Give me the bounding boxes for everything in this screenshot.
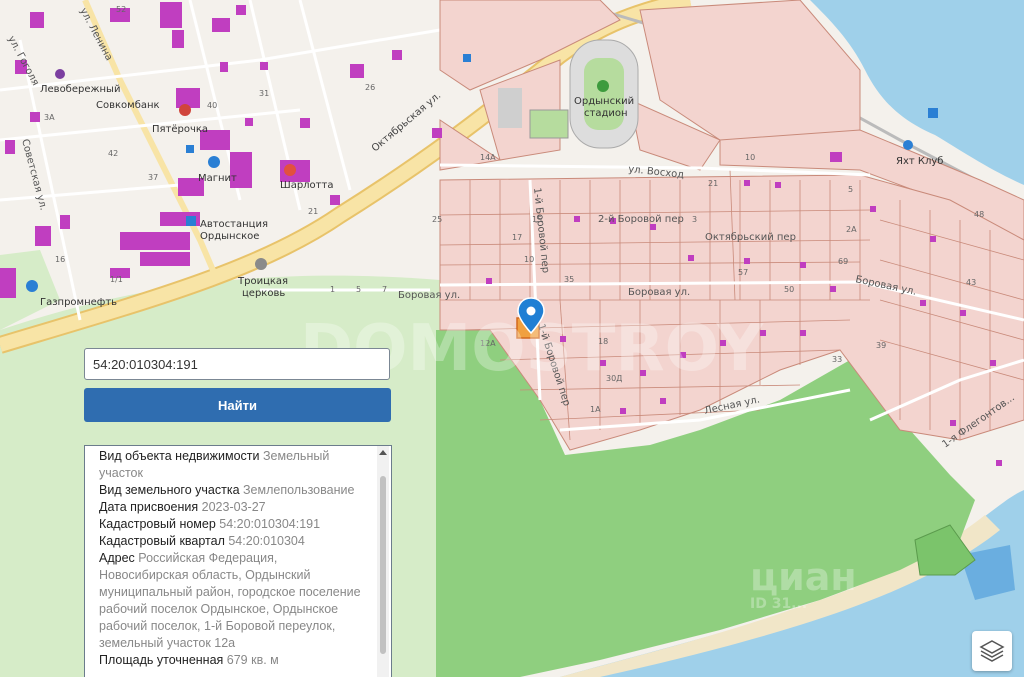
layers-button[interactable] [972,631,1012,671]
street-borovaya-2: Боровая ул. [628,287,690,298]
parcel-info-panel[interactable]: Вид объекта недвижимости Земельный участ… [84,445,392,677]
info-key: Кадастровый квартал [99,534,225,548]
info-row-cadastral-number: Кадастровый номер 54:20:010304:191 [99,516,361,533]
anchor-icon [928,108,938,118]
cian-watermark: циан [750,555,857,599]
info-key: Адрес [99,551,135,565]
house-number: 31 [259,89,269,98]
poi-magnit: Магнит [198,173,237,184]
fuel-icon [26,280,38,292]
parcel-info-content: Вид объекта недвижимости Земельный участ… [99,448,361,669]
stadium-icon [597,80,609,92]
house-number: 40 [207,101,217,110]
info-value: 679 кв. м [226,653,279,667]
house-number: 1/1 [110,275,123,284]
poi-sovkombank: Совкомбанк [96,100,160,111]
cadastral-search-input[interactable] [84,348,390,380]
poi-tserkov: церковь [242,288,285,299]
info-row-address: Адрес Российская Федерация, Новосибирска… [99,550,361,652]
info-value: 2023-03-27 [201,500,266,514]
church-icon [255,258,267,270]
house-number: 26 [365,83,375,92]
info-value: 54:20:010304:191 [219,517,321,531]
house-number: 42 [108,149,118,158]
atm-icon [186,145,194,153]
poi-pyaterochka: Пятёрочка [152,124,208,135]
poi-stadion-1: Ордынский [574,96,634,107]
info-key: Вид объекта недвижимости [99,449,260,463]
info-value: Землепользование [243,483,355,497]
house-number: 43 [966,278,976,287]
poi-sharlotta: Шарлотта [280,180,333,191]
cian-id-watermark: ID 31... [750,596,807,612]
house-number: 48 [974,210,984,219]
house-number: 21 [708,179,718,188]
street-bor2: 2-й Боровой пер [598,214,684,225]
house-number: 50 [784,285,794,294]
house-number: 16 [55,255,65,264]
house-number: 52 [116,5,126,14]
info-row-parcel-type: Вид земельного участка Землепользование [99,482,361,499]
info-row-date: Дата присвоения 2023-03-27 [99,499,361,516]
poi-stadion-2: стадион [584,108,628,119]
info-row-quarter: Кадастровый квартал 54:20:010304 [99,533,361,550]
poi-levoberezhny: Левобережный [40,84,120,95]
bus-stop-icon [463,54,471,62]
street-borovaya-1: Боровая ул. [398,290,460,301]
house-number: 5 [848,185,853,194]
house-number: 10 [524,255,534,264]
levoberezhny-icon [55,69,65,79]
info-key: Кадастровый номер [99,517,216,531]
house-number: 7 [382,285,387,294]
house-number: 1А [590,405,601,414]
poi-troitskaya: Троицкая [237,276,288,287]
info-key: Вид земельного участка [99,483,240,497]
poi-yacht: Яхт Клуб [896,156,943,167]
house-number: 3А [44,113,55,122]
house-number: 3 [692,215,697,224]
poi-avtostantsiya: Автостанция [200,219,268,230]
info-key: Площадь уточненная [99,653,224,667]
poi-ordynskoe: Ордынское [200,231,259,242]
scroll-thumb[interactable] [380,476,386,654]
info-key: Дата присвоения [99,500,199,514]
house-number: 33 [832,355,842,364]
house-number: 2А [846,225,857,234]
house-number: 14А [480,153,496,162]
scroll-up-icon[interactable] [379,450,387,455]
house-number: 25 [432,215,442,224]
find-button[interactable]: Найти [84,388,391,422]
house-number: 17 [512,233,522,242]
house-number: 35 [564,275,574,284]
pyaterochka-icon [179,104,191,116]
poi-gazpromneft: Газпромнефть [40,297,117,308]
house-number: 15 [532,215,542,224]
street-oktyabrsky-per: Октябрьский пер [705,232,796,243]
info-value: 54:20:010304 [228,534,305,548]
house-number: 21 [308,207,318,216]
layers-icon [979,640,1005,662]
info-row-area: Площадь уточненная 679 кв. м [99,652,361,669]
house-number: 69 [838,257,848,266]
bus-icon [186,216,196,226]
house-number: 37 [148,173,158,182]
yacht-icon [903,140,913,150]
cafe-icon [284,164,296,176]
basket-icon [208,156,220,168]
info-scrollbar[interactable] [377,446,389,677]
house-number: 10 [745,153,755,162]
house-number: 1 [330,285,335,294]
info-value: Российская Федерация, Новосибирская обла… [99,551,361,650]
house-number: 5 [356,285,361,294]
house-number: 39 [876,341,886,350]
house-number: 57 [738,268,748,277]
info-row-object-type: Вид объекта недвижимости Земельный участ… [99,448,361,482]
